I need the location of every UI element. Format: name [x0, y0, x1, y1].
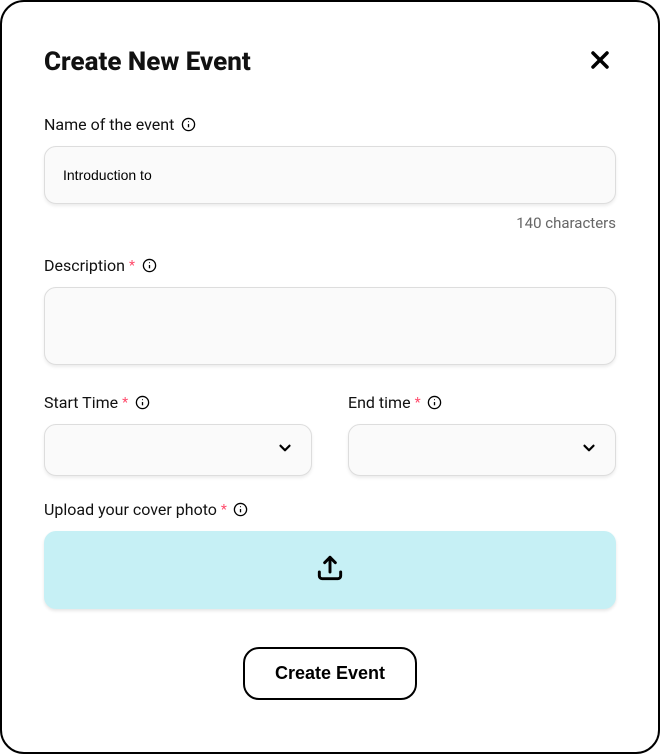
upload-label-text: Upload your cover photo: [44, 500, 217, 519]
create-event-button[interactable]: Create Event: [243, 647, 417, 700]
info-icon: [134, 395, 150, 411]
start-time-group: Start Time *: [44, 393, 312, 476]
end-time-group: End time *: [348, 393, 616, 476]
upload-icon: [314, 552, 346, 588]
description-input[interactable]: [44, 287, 616, 365]
start-time-label: Start Time *: [44, 393, 312, 412]
name-label: Name of the event: [44, 115, 616, 134]
create-event-modal: Create New Event Name of the event 1: [0, 0, 660, 754]
close-button[interactable]: [584, 44, 616, 79]
end-time-label-text: End time: [348, 393, 411, 412]
upload-label: Upload your cover photo *: [44, 500, 616, 519]
info-icon: [180, 117, 196, 133]
start-time-label-text: Start Time: [44, 393, 118, 412]
modal-title: Create New Event: [44, 47, 251, 77]
end-time-select[interactable]: [348, 424, 616, 476]
description-label: Description *: [44, 256, 616, 275]
close-icon: [588, 48, 612, 75]
info-icon: [141, 258, 157, 274]
info-icon: [233, 502, 249, 518]
required-marker: *: [122, 395, 128, 411]
event-name-input[interactable]: [44, 146, 616, 204]
name-label-text: Name of the event: [44, 115, 174, 134]
upload-dropzone[interactable]: [44, 531, 616, 609]
name-field-group: Name of the event 140 characters: [44, 115, 616, 232]
required-marker: *: [415, 395, 421, 411]
start-time-select[interactable]: [44, 424, 312, 476]
end-time-label: End time *: [348, 393, 616, 412]
required-marker: *: [129, 258, 135, 274]
modal-header: Create New Event: [44, 44, 616, 79]
time-row: Start Time *: [44, 393, 616, 476]
modal-footer: Create Event: [44, 647, 616, 700]
description-field-group: Description *: [44, 256, 616, 369]
info-icon: [427, 395, 443, 411]
upload-field-group: Upload your cover photo *: [44, 500, 616, 609]
description-label-text: Description: [44, 256, 125, 275]
required-marker: *: [221, 502, 227, 518]
char-count: 140 characters: [44, 214, 616, 232]
